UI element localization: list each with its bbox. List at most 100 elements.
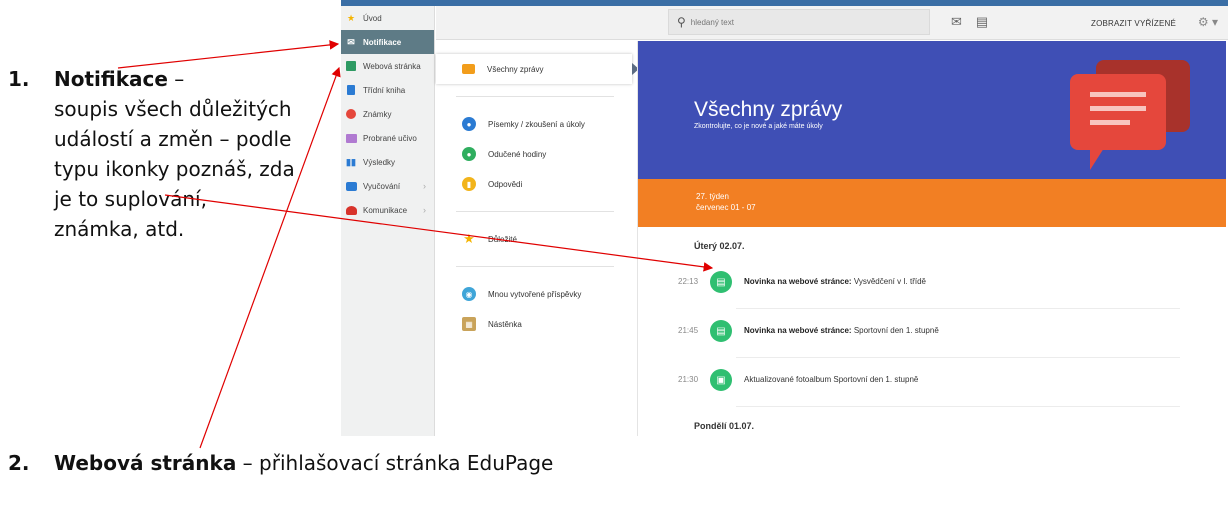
envelope-icon: ✉ bbox=[347, 36, 355, 47]
hero-banner: Všechny zprávy Zkontrolujte, co je nové … bbox=[638, 41, 1226, 179]
globe-icon: ◉ bbox=[462, 287, 476, 301]
top-bar-icons: ✉ ▤ bbox=[951, 14, 988, 30]
sidebar-item-tridni-kniha[interactable]: Třídní kniha bbox=[341, 78, 434, 102]
filter-label: Odpovědi bbox=[488, 179, 523, 189]
home-icon bbox=[345, 60, 357, 72]
bubble-line bbox=[1090, 106, 1146, 111]
day-header: Úterý 02.07. bbox=[694, 241, 745, 251]
search-box[interactable]: ⚲ bbox=[668, 9, 930, 35]
answers-icon: ▮ bbox=[462, 177, 476, 191]
sidebar-item-znamky[interactable]: Známky bbox=[341, 102, 434, 126]
filter-important[interactable]: ★ Důležité bbox=[436, 224, 636, 254]
sidebar-item-vysledky[interactable]: ▮▮ Výsledky bbox=[341, 150, 434, 174]
sidebar-item-label: Výsledky bbox=[363, 157, 396, 167]
sidebar-item-label: Známky bbox=[363, 109, 392, 119]
show-done-button[interactable]: ZOBRAZIT VYŘÍZENÉ bbox=[1091, 19, 1176, 28]
annotation-dash: – bbox=[167, 67, 185, 91]
person-icon: ● bbox=[462, 147, 476, 161]
annotation-number: 2. bbox=[8, 451, 30, 475]
book-icon bbox=[345, 84, 357, 96]
annotation-text: – přihlašovací stránka EduPage bbox=[236, 451, 554, 475]
sidebar-item-notifikace[interactable]: ✉ Notifikace bbox=[341, 30, 434, 54]
feed-detail: Sportovní den 1. stupně bbox=[851, 326, 939, 335]
feed-bold: Novinka na webové stránce: bbox=[744, 277, 852, 286]
feed-bold: Novinka na webové stránce: bbox=[744, 326, 852, 335]
search-icon: ⚲ bbox=[677, 15, 686, 29]
search-input[interactable] bbox=[690, 17, 911, 27]
bubble-line bbox=[1090, 92, 1146, 97]
divider bbox=[736, 308, 1180, 309]
bubble-line bbox=[1090, 120, 1130, 125]
filter-label: Mnou vytvořené příspěvky bbox=[488, 289, 582, 299]
feed-item[interactable]: 21:45 ▤ Novinka na webové stránce: Sport… bbox=[678, 318, 1178, 348]
clipboard-icon[interactable]: ▤ bbox=[976, 14, 988, 30]
sidebar-item-label: Notifikace bbox=[363, 37, 402, 47]
sidebar: ★ Úvod ✉ Notifikace Webová stránka Třídn… bbox=[341, 6, 435, 436]
top-bar: ⚲ ✉ ▤ ZOBRAZIT VYŘÍZENÉ ⚙ ▾ bbox=[436, 6, 1228, 40]
page-subtitle: Zkontrolujte, co je nové a jaké máte úko… bbox=[694, 123, 823, 130]
feed-item[interactable]: 21:30 ▣ Aktualizované fotoalbum Sportovn… bbox=[678, 367, 1178, 397]
filter-label: Písemky / zkoušení a úkoly bbox=[488, 119, 585, 129]
annotation-webova-stranka: 2. Webová stránka – přihlašovací stránka … bbox=[8, 448, 553, 478]
filter-column: Všechny zprávy ● Písemky / zkoušení a úk… bbox=[436, 41, 639, 436]
filter-label: Důležité bbox=[488, 234, 517, 244]
envelope-icon bbox=[462, 64, 475, 74]
week-range: červenec 01 - 07 bbox=[696, 203, 756, 212]
sidebar-item-webova-stranka[interactable]: Webová stránka bbox=[341, 54, 434, 78]
stage: 1. Notifikace – soupis všech důležitých u… bbox=[0, 0, 1230, 514]
annotation-notifikace: 1. Notifikace – soupis všech důležitých u… bbox=[8, 64, 328, 244]
edupage-app: ★ Úvod ✉ Notifikace Webová stránka Třídn… bbox=[341, 0, 1228, 436]
filter-label: Všechny zprávy bbox=[487, 64, 544, 74]
feed-time: 21:30 bbox=[678, 375, 699, 384]
annotation-body: soupis všech důležitých událostí a změn … bbox=[54, 97, 295, 241]
filter-board[interactable]: ▦ Nástěnka bbox=[436, 309, 636, 339]
filter-label: Odučené hodiny bbox=[488, 149, 547, 159]
web-page-icon: ▤ bbox=[710, 271, 732, 293]
folder-icon bbox=[345, 132, 357, 144]
feed-time: 22:13 bbox=[678, 277, 699, 286]
filter-absences[interactable]: ● Odučené hodiny bbox=[436, 139, 636, 169]
week-header: 27. týden červenec 01 - 07 bbox=[638, 179, 1226, 227]
sidebar-item-label: Úvod bbox=[363, 13, 382, 23]
filter-tests[interactable]: ● Písemky / zkoušení a úkoly bbox=[436, 109, 636, 139]
page-title: Všechny zprávy bbox=[694, 98, 843, 121]
annotation-number: 1. bbox=[8, 67, 30, 91]
day-header: Pondělí 01.07. bbox=[694, 421, 755, 431]
sidebar-item-vyucovani[interactable]: Vyučování › bbox=[341, 174, 434, 198]
star-icon: ★ bbox=[346, 12, 356, 23]
filter-my-posts[interactable]: ◉ Mnou vytvořené příspěvky bbox=[436, 279, 636, 309]
annotation-title: Notifikace bbox=[54, 67, 168, 91]
divider bbox=[456, 211, 614, 212]
filter-label: Nástěnka bbox=[488, 319, 522, 329]
chevron-right-icon: › bbox=[423, 181, 426, 191]
sidebar-item-komunikace[interactable]: Komunikace › bbox=[341, 198, 434, 222]
people-icon bbox=[345, 204, 357, 216]
sidebar-item-uvod[interactable]: ★ Úvod bbox=[341, 6, 434, 30]
web-page-icon: ▤ bbox=[710, 320, 732, 342]
main-feed: Všechny zprávy Zkontrolujte, co je nové … bbox=[637, 41, 1226, 436]
sidebar-item-label: Komunikace bbox=[363, 205, 408, 215]
briefcase-icon bbox=[345, 180, 357, 192]
gear-icon[interactable]: ⚙ ▾ bbox=[1198, 15, 1218, 29]
annotation-title: Webová stránka bbox=[54, 451, 237, 475]
feed-item[interactable]: 22:13 ▤ Novinka na webové stránce: Vysvě… bbox=[678, 269, 1178, 299]
divider bbox=[456, 266, 614, 267]
grade-icon bbox=[345, 108, 357, 120]
feed-detail: Aktualizované fotoalbum Sportovní den 1.… bbox=[744, 375, 919, 384]
chart-circle-icon: ● bbox=[462, 117, 476, 131]
photo-album-icon: ▣ bbox=[710, 369, 732, 391]
feed-text: Novinka na webové stránce: Sportovní den… bbox=[744, 326, 939, 335]
sidebar-item-label: Probrané učivo bbox=[363, 133, 417, 143]
sidebar-item-probrane-ucivo[interactable]: Probrané učivo bbox=[341, 126, 434, 150]
divider bbox=[736, 357, 1180, 358]
mail-icon[interactable]: ✉ bbox=[951, 14, 962, 30]
feed-time: 21:45 bbox=[678, 326, 699, 335]
chat-bubble-icon bbox=[1070, 74, 1166, 170]
star-icon: ★ bbox=[463, 231, 475, 246]
sidebar-item-label: Webová stránka bbox=[363, 61, 421, 71]
board-icon: ▦ bbox=[462, 317, 476, 331]
filter-answers[interactable]: ▮ Odpovědi bbox=[436, 169, 636, 199]
feed-text: Aktualizované fotoalbum Sportovní den 1.… bbox=[744, 375, 918, 384]
week-number: 27. týden bbox=[696, 192, 729, 201]
filter-all-messages[interactable]: Všechny zprávy bbox=[436, 54, 639, 84]
